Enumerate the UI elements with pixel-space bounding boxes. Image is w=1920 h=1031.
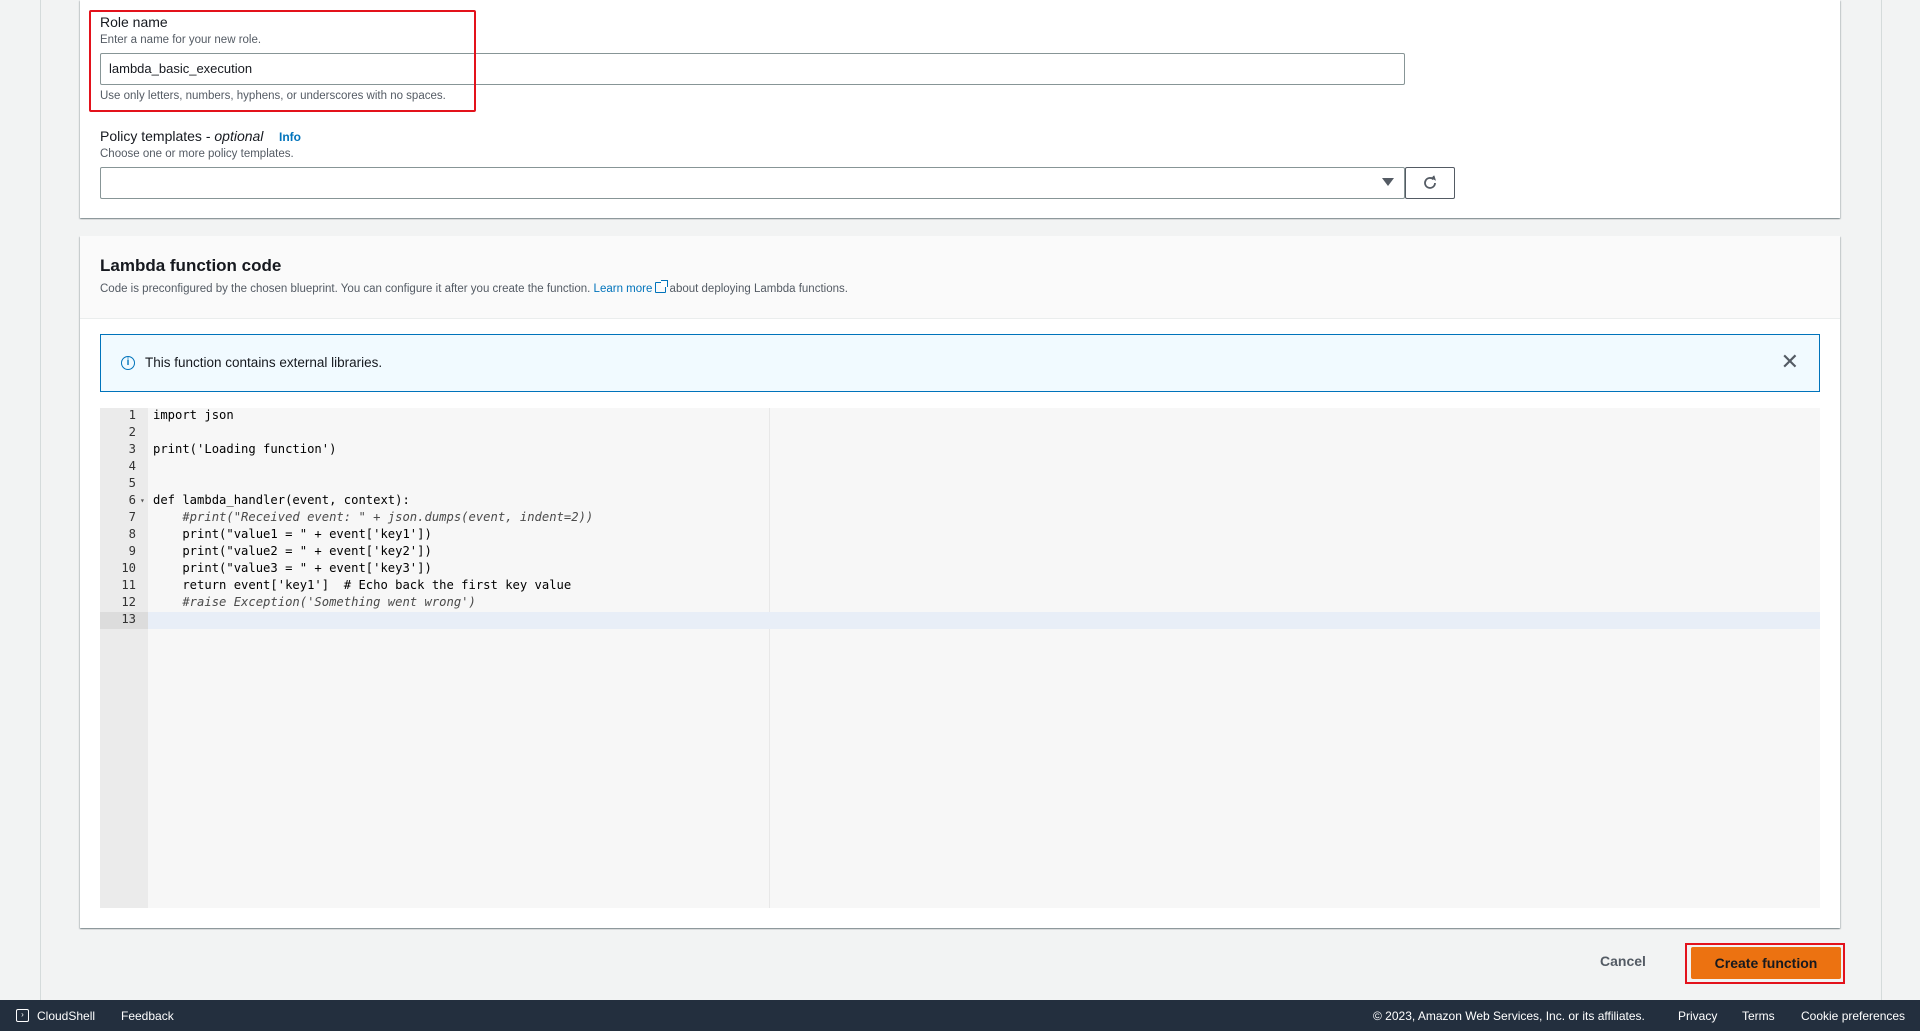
code-line: print('Loading function') (153, 442, 337, 456)
line-number: 4 (128, 459, 136, 473)
section-description: Code is preconfigured by the chosen blue… (100, 280, 848, 295)
line-number: 13 (121, 612, 136, 626)
line-number: 6 (128, 493, 136, 507)
code-panel-header (80, 236, 1840, 318)
code-editor[interactable]: 1 2 3 4 5 6 7 8 9 10 11 12 13 import json print('Loadi… (100, 408, 1820, 908)
cloudshell-icon[interactable]: › (16, 1009, 29, 1022)
code-line: def lambda_handler(event, context): (153, 493, 410, 507)
line-number: 9 (128, 544, 136, 558)
fold-arrow-icon[interactable]: ▾ (140, 496, 145, 505)
optional-tag: optional (214, 128, 264, 144)
code-line: return event['key1'] # Echo back the fir… (153, 578, 572, 592)
header-divider (80, 318, 1840, 319)
line-number: 8 (128, 527, 136, 541)
line-number: 3 (128, 442, 136, 456)
code-line: print("value3 = " + event['key3']) (153, 561, 432, 575)
line-number: 5 (128, 476, 136, 490)
active-line (100, 612, 1820, 629)
policy-templates-info-link[interactable]: Info (279, 130, 301, 144)
print-margin (769, 408, 770, 908)
cookie-preferences-link[interactable]: Cookie preferences (1801, 1009, 1905, 1023)
copyright-text: © 2023, Amazon Web Services, Inc. or its… (1373, 1009, 1645, 1023)
close-icon[interactable]: ✕ (1781, 351, 1799, 373)
line-number: 12 (121, 595, 136, 609)
line-number: 2 (128, 425, 136, 439)
policy-templates-label: Policy templates - optional (100, 128, 264, 144)
refresh-icon (1424, 175, 1436, 189)
info-icon: i (121, 356, 135, 370)
section-title: Lambda function code (100, 256, 282, 275)
code-line: print("value2 = " + event['key2']) (153, 544, 432, 558)
cancel-button[interactable]: Cancel (1600, 953, 1646, 969)
terms-link[interactable]: Terms (1742, 1009, 1775, 1023)
alert-text: This function contains external librarie… (145, 355, 383, 370)
line-number: 7 (128, 510, 136, 524)
external-link-icon (655, 280, 669, 293)
code-line: print("value1 = " + event['key1']) (153, 527, 432, 541)
learn-more-link[interactable]: Learn more (594, 283, 653, 295)
code-line: #print("Received event: " + json.dumps(e… (153, 510, 594, 524)
line-number: 10 (121, 561, 136, 575)
refresh-button[interactable] (1405, 167, 1455, 199)
info-alert: i This function contains external librar… (100, 334, 1820, 392)
policy-templates-description: Choose one or more policy templates. (100, 148, 294, 160)
line-number: 11 (121, 578, 136, 592)
role-name-highlight (89, 10, 476, 112)
footer-bar: › CloudShell Feedback © 2023, Amazon Web… (0, 1000, 1920, 1031)
cloudshell-link[interactable]: CloudShell (37, 1009, 95, 1023)
code-line: #raise Exception('Something went wrong') (153, 595, 476, 609)
policy-templates-select[interactable] (100, 167, 1405, 199)
caret-down-icon (1382, 178, 1394, 186)
feedback-link[interactable]: Feedback (121, 1009, 174, 1023)
create-button-highlight (1685, 943, 1845, 984)
line-number: 1 (128, 408, 136, 422)
code-line: import json (153, 408, 234, 422)
privacy-link[interactable]: Privacy (1678, 1009, 1717, 1023)
